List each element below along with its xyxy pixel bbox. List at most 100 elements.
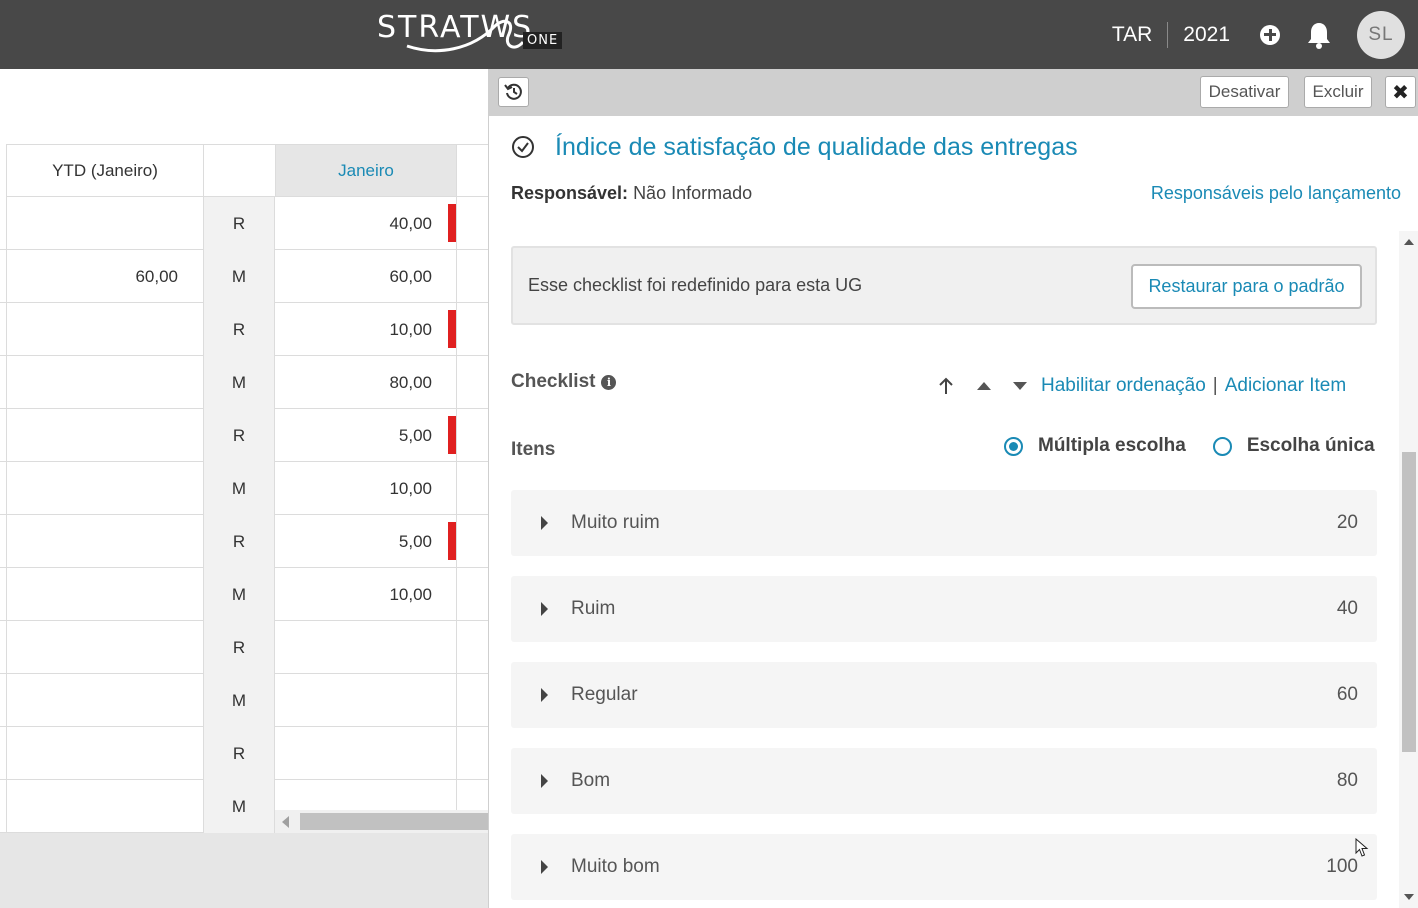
janeiro-cell[interactable] [275,621,457,674]
top-right-controls: TAR 2021 SL [1112,0,1418,69]
column-header-janeiro[interactable]: Janeiro [275,144,457,197]
ytd-cell[interactable] [6,780,203,833]
plus-circle-icon[interactable] [1260,24,1280,45]
ytd-cell[interactable]: 60,00 [6,250,203,303]
scroll-up-arrow-icon[interactable] [1404,239,1414,245]
caret-right-icon[interactable] [541,774,548,788]
avatar[interactable]: SL [1357,10,1405,59]
responsible-value: Não Informado [633,183,753,203]
ytd-cell[interactable] [6,515,203,568]
type-cell: R [203,727,275,780]
table-row: M 10,00 [0,462,488,515]
table-row: M [0,674,488,727]
caret-right-icon[interactable] [541,688,548,702]
ordering-tools: Habilitar ordenação | Adicionar Item [937,371,1346,401]
ytd-cell[interactable] [6,727,203,780]
checklist-item[interactable]: Ruim 40 [511,576,1377,642]
item-score: 80 [1336,770,1358,791]
janeiro-cell[interactable]: 80,00 [275,356,457,409]
indicator-detail-panel: Desativar Excluir ✖ Índice de satisfação… [488,69,1418,908]
ytd-cell[interactable] [6,462,203,515]
janeiro-cell[interactable]: 40,00 [275,197,457,250]
janeiro-cell[interactable]: 60,00 [275,250,457,303]
horizontal-scrollbar[interactable] [275,810,488,834]
status-flag [448,204,456,242]
checklist-label-text: Checklist [511,371,596,392]
multiple-choice-label[interactable]: Múltipla escolha [1038,435,1186,457]
scrollbar-thumb[interactable] [300,813,488,830]
type-cell: R [203,621,275,674]
type-cell: M [203,356,275,409]
checklist-item[interactable]: Bom 80 [511,748,1377,814]
notice-text: Esse checklist foi redefinido para esta … [528,275,863,295]
janeiro-cell[interactable]: 5,00 [275,515,457,568]
mouse-cursor-icon [1355,838,1369,857]
ytd-cell[interactable] [6,197,203,250]
item-score: 20 [1336,512,1358,533]
deactivate-button[interactable]: Desativar [1200,76,1289,108]
delete-button[interactable]: Excluir [1304,76,1372,108]
ytd-cell[interactable] [6,409,203,462]
enable-sorting-link[interactable]: Habilitar ordenação [1041,375,1206,397]
type-cell: M [203,250,275,303]
single-choice-label[interactable]: Escolha única [1247,435,1375,457]
type-cell: R [203,303,275,356]
janeiro-cell[interactable] [275,674,457,727]
item-score: 100 [1326,856,1358,877]
ytd-cell[interactable] [6,674,203,727]
table-row: R 5,00 [0,409,488,462]
scroll-left-arrow-icon[interactable] [282,816,289,828]
checklist-item[interactable]: Muito ruim 20 [511,490,1377,556]
scrollbar-thumb[interactable] [1402,452,1416,752]
ytd-cell[interactable] [6,621,203,674]
type-cell: M [203,568,275,621]
column-header-ytd[interactable]: YTD (Janeiro) [6,144,203,197]
bell-icon[interactable] [1306,20,1332,50]
janeiro-cell[interactable] [275,727,457,780]
item-label: Bom [571,770,611,791]
janeiro-cell[interactable]: 10,00 [275,568,457,621]
responsible-launch-link[interactable]: Responsáveis pelo lançamento [1151,183,1401,204]
info-icon[interactable]: i [601,374,617,390]
item-label: Muito ruim [571,512,660,533]
org-selector[interactable]: TAR [1112,23,1167,47]
janeiro-cell[interactable]: 10,00 [275,303,457,356]
caret-up-icon[interactable] [977,382,991,390]
scroll-down-arrow-icon[interactable] [1404,894,1414,900]
stratws-logo[interactable]: STRATWS ONE [377,8,563,58]
janeiro-cell[interactable]: 10,00 [275,462,457,515]
ytd-cell[interactable] [6,356,203,409]
arrow-up-icon[interactable] [937,376,955,396]
single-choice-radio[interactable] [1212,436,1232,456]
responsible-info: Responsável: Não Informado [511,183,752,204]
checklist-item[interactable]: Muito bom 100 [511,834,1377,900]
restore-default-button[interactable]: Restaurar para o padrão [1131,264,1362,309]
redefined-notice: Esse checklist foi redefinido para esta … [511,246,1377,325]
table-row: M 10,00 [0,568,488,621]
add-item-link[interactable]: Adicionar Item [1225,375,1346,397]
link-separator: | [1212,375,1218,396]
indicator-table-area: YTD (Janeiro) Janeiro R 40,00 60,00 M 60,00 R… [0,69,488,908]
table-row: M 80,00 [0,356,488,409]
year-selector[interactable]: 2021 [1168,23,1260,47]
table-row: R [0,621,488,674]
ytd-cell[interactable] [6,568,203,621]
caret-down-icon[interactable] [1013,382,1027,390]
caret-right-icon[interactable] [541,516,548,530]
vertical-scrollbar[interactable] [1399,231,1418,908]
ytd-cell[interactable] [6,303,203,356]
caret-right-icon[interactable] [541,860,548,874]
column-header-type [203,144,275,197]
history-button[interactable] [498,77,529,107]
table-row: R 10,00 [0,303,488,356]
table-row: R 5,00 [0,515,488,568]
caret-right-icon[interactable] [541,602,548,616]
table-row: R 40,00 [0,197,488,250]
close-icon[interactable]: ✖ [1385,76,1416,108]
janeiro-cell[interactable]: 5,00 [275,409,457,462]
multiple-choice-radio[interactable] [1004,436,1023,456]
left-footer-area [0,833,488,908]
checklist-item[interactable]: Regular 60 [511,662,1377,728]
status-flag [448,522,456,560]
item-label: Regular [571,684,638,705]
